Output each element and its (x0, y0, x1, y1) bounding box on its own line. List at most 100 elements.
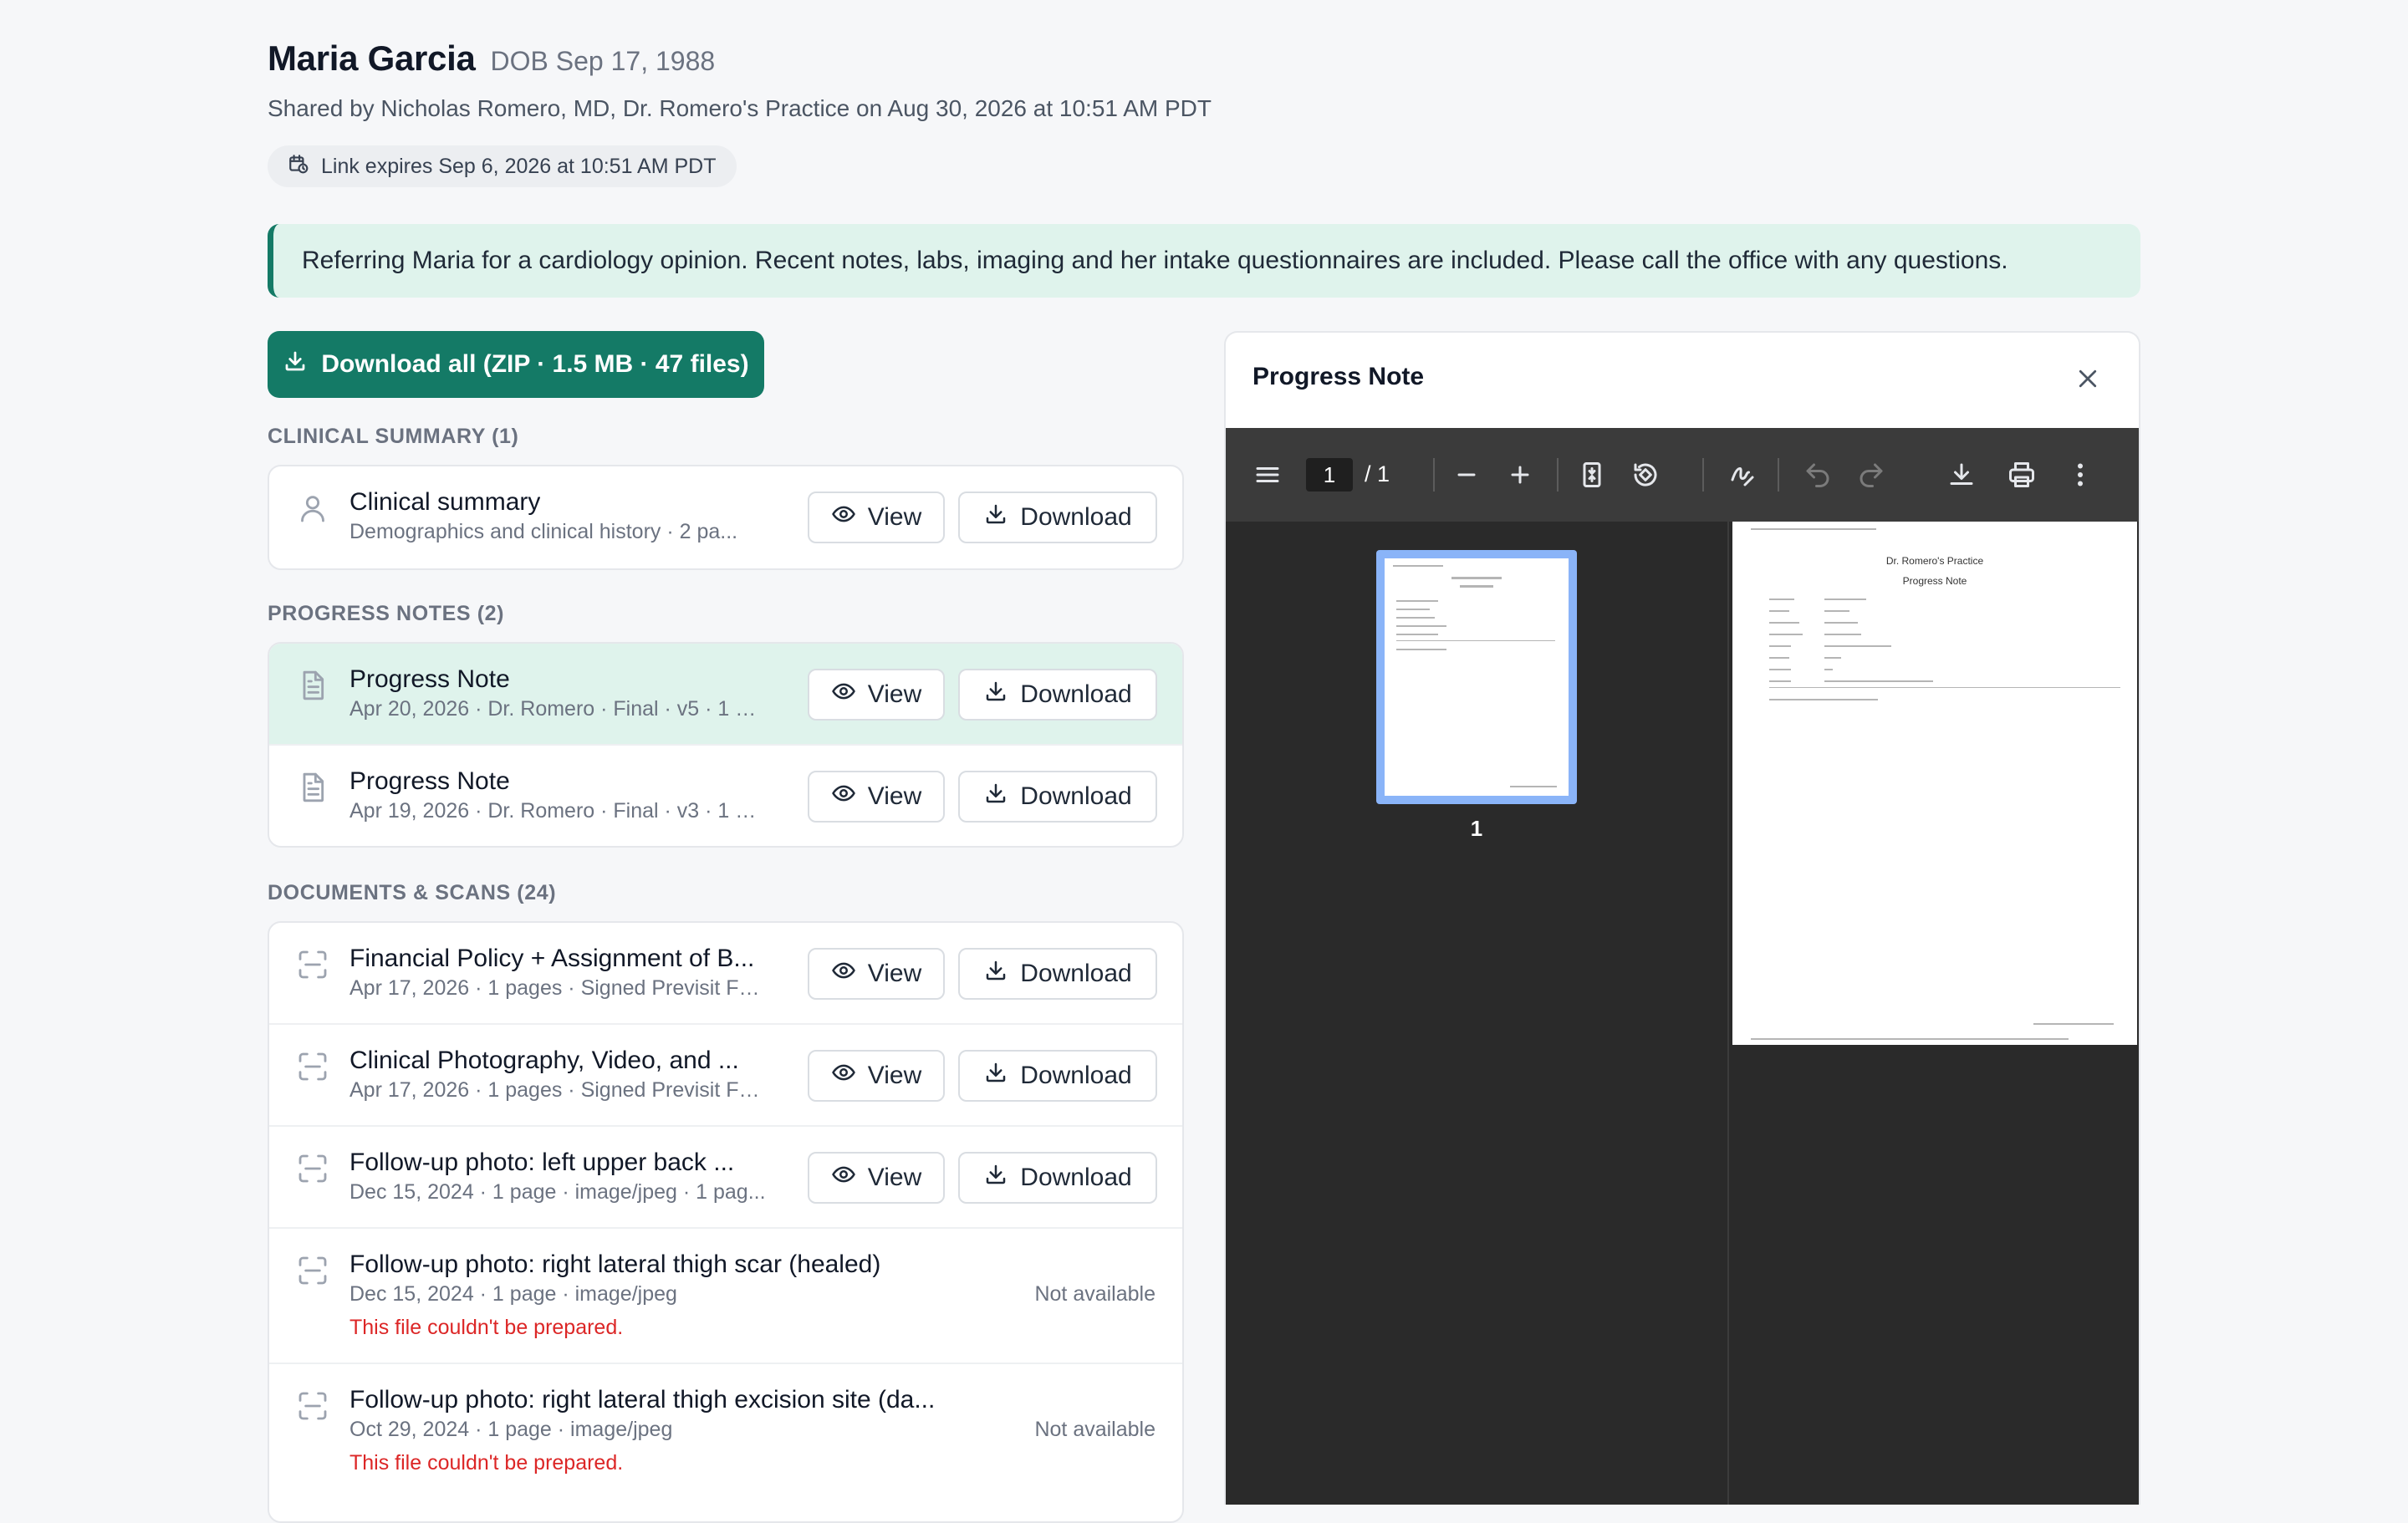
list-item: Follow-up photo: right lateral thigh exc… (269, 1364, 1182, 1500)
page-thumbnail[interactable] (1376, 550, 1577, 804)
view-button[interactable]: View (808, 948, 945, 1000)
document-page: Dr. Romero's Practice Progress Note (1732, 522, 2137, 1045)
more-vertical-icon[interactable] (2065, 460, 2095, 490)
patient-name: Maria Garcia (268, 38, 476, 78)
view-button[interactable]: View (808, 1152, 945, 1204)
view-button[interactable]: View (808, 669, 945, 721)
download-all-button[interactable]: Download all (ZIP · 1.5 MB · 47 files) (268, 331, 764, 398)
item-subtitle: Dec 15, 2024 · 1 page · image/jpeg · 1 p… (349, 1180, 766, 1204)
list-item[interactable]: Follow-up photo: left upper back ... Dec… (269, 1127, 1182, 1229)
fit-page-icon[interactable] (1577, 460, 1607, 490)
view-button[interactable]: View (808, 771, 945, 823)
doc-line (1824, 634, 1861, 635)
patient-header: Maria Garcia DOB Sep 17, 1988 (268, 38, 715, 79)
thumb-line (1396, 640, 1555, 641)
doc-line (1824, 669, 1833, 670)
download-label: Download (1020, 1062, 1132, 1089)
view-label: View (867, 782, 922, 810)
link-expiry-badge: Link expires Sep 6, 2026 at 10:51 AM PDT (268, 145, 737, 187)
document-icon (296, 771, 329, 804)
section-heading-clinical-summary: CLINICAL SUMMARY (1) (268, 425, 519, 448)
rotate-icon[interactable] (1630, 460, 1661, 490)
viewer-title: Progress Note (1252, 363, 1425, 390)
doc-line (1769, 699, 1878, 700)
download-all-label: Download all (ZIP · 1.5 MB · 47 files) (321, 350, 749, 378)
download-button[interactable]: Download (958, 492, 1157, 543)
thumb-line (1396, 625, 1446, 627)
download-button[interactable]: Download (958, 771, 1157, 823)
shared-by-text: Shared by Nicholas Romero, MD, Dr. Romer… (268, 95, 1212, 121)
zoom-out-icon[interactable] (1451, 460, 1482, 490)
doc-line (1769, 645, 1791, 647)
thumbnail-page-number: 1 (1470, 816, 1483, 841)
redo-icon[interactable] (1856, 460, 1886, 490)
toolbar-divider (1433, 458, 1435, 492)
download-icon (983, 781, 1008, 812)
item-title: Progress Note (349, 665, 510, 693)
list-item[interactable]: Financial Policy + Assignment of B... Ap… (269, 923, 1182, 1025)
doc-line (1824, 680, 1933, 682)
list-item[interactable]: Progress Note Apr 20, 2026 · Dr. Romero … (269, 644, 1182, 746)
scan-icon (296, 1389, 329, 1423)
page-view: Dr. Romero's Practice Progress Note (1731, 522, 2139, 1505)
scan-icon (296, 1254, 329, 1287)
doc-line (1769, 687, 2120, 688)
document-practice-name: Dr. Romero's Practice (1885, 555, 1984, 567)
download-icon (983, 1162, 1008, 1194)
thumb-line (1460, 585, 1493, 588)
view-button[interactable]: View (808, 1050, 945, 1102)
document-viewer-panel: Progress Note 1 / 1 1 Dr. Romero's Pract… (1224, 331, 2140, 1505)
download-button[interactable]: Download (958, 948, 1157, 1000)
item-title: Clinical Photography, Video, and ... (349, 1047, 739, 1074)
shared-records-page: Maria Garcia DOB Sep 17, 1988 Shared by … (0, 0, 2408, 1523)
view-button[interactable]: View (808, 492, 945, 543)
list-item[interactable]: Clinical Photography, Video, and ... Apr… (269, 1025, 1182, 1127)
pdf-toolbar: 1 / 1 (1226, 428, 2139, 522)
scan-icon (296, 948, 329, 981)
annotate-icon[interactable] (1727, 460, 1758, 490)
thumb-line (1451, 577, 1502, 579)
toolbar-divider (1557, 458, 1559, 492)
not-available-label: Not available (1034, 1282, 1156, 1306)
download-button[interactable]: Download (958, 669, 1157, 721)
item-subtitle: Apr 20, 2026 · Dr. Romero · Final · v5 ·… (349, 697, 768, 721)
page-number-input[interactable]: 1 (1306, 458, 1353, 492)
doc-line (1824, 645, 1891, 647)
progress-notes-list: Progress Note Apr 20, 2026 · Dr. Romero … (268, 642, 1184, 848)
doc-line (1769, 622, 1799, 624)
toolbar-divider (1702, 458, 1704, 492)
view-label: View (867, 503, 922, 531)
menu-icon[interactable] (1252, 460, 1283, 490)
scan-icon (296, 1152, 329, 1185)
download-icon (283, 349, 308, 380)
thumbnail-pane: 1 (1226, 522, 1729, 1505)
doc-line (1824, 599, 1866, 600)
zoom-in-icon[interactable] (1505, 460, 1535, 490)
page-total: / 1 (1365, 461, 1390, 486)
download-icon (983, 958, 1008, 990)
print-icon[interactable] (2007, 460, 2037, 490)
pdf-body: 1 Dr. Romero's Practice Progress Note (1226, 522, 2139, 1505)
doc-line (2033, 1023, 2114, 1025)
eye-icon (831, 679, 856, 711)
download-icon (983, 679, 1008, 711)
doc-line (1769, 680, 1791, 682)
error-message: This file couldn't be prepared. (349, 1316, 624, 1339)
doc-line (1751, 528, 1876, 530)
close-icon[interactable] (2075, 366, 2100, 391)
calendar-clock-icon (288, 153, 309, 181)
item-subtitle: Apr 19, 2026 · Dr. Romero · Final · v3 ·… (349, 799, 768, 823)
download-icon[interactable] (1946, 460, 1977, 490)
eye-icon (831, 502, 856, 533)
list-item[interactable]: Progress Note Apr 19, 2026 · Dr. Romero … (269, 746, 1182, 846)
item-title: Follow-up photo: left upper back ... (349, 1149, 735, 1176)
download-button[interactable]: Download (958, 1152, 1157, 1204)
not-available-label: Not available (1034, 1418, 1156, 1441)
error-message: This file couldn't be prepared. (349, 1451, 624, 1475)
download-button[interactable]: Download (958, 1050, 1157, 1102)
documents-list: Financial Policy + Assignment of B... Ap… (268, 921, 1184, 1523)
undo-icon[interactable] (1803, 460, 1833, 490)
clinical-summary-list: Clinical summary Demographics and clinic… (268, 465, 1184, 570)
view-label: View (867, 960, 922, 987)
item-title: Progress Note (349, 767, 510, 795)
